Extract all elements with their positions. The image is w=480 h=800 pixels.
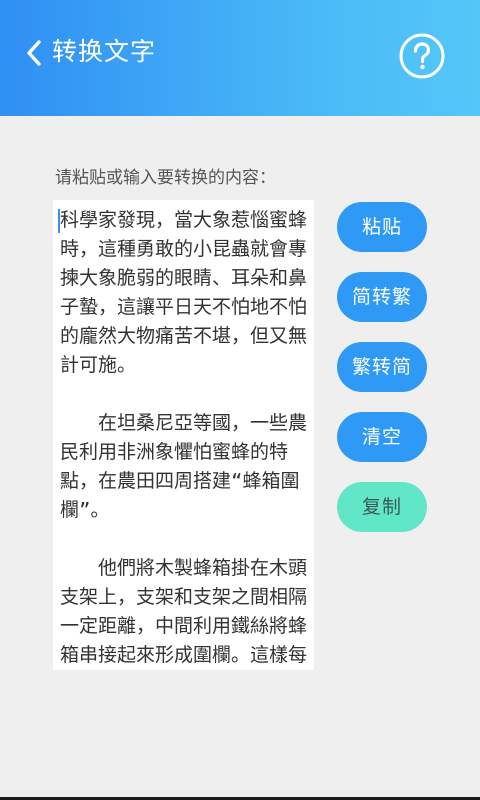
help-button[interactable] <box>398 32 446 80</box>
clear-button[interactable]: 清空 <box>337 412 427 462</box>
input-hint-label: 请粘贴或输入要转换的内容： <box>55 168 276 188</box>
question-circle-icon <box>399 33 445 79</box>
text-input-content[interactable]: 科學家發現，當大象惹惱蜜蜂時，這種勇敢的小昆蟲就會專揀大象脆弱的眼睛、耳朵和鼻子… <box>60 206 310 670</box>
page-title: 转换文字 <box>52 37 157 66</box>
chevron-left-icon <box>27 40 41 66</box>
to-traditional-button[interactable]: 简转繁 <box>337 272 427 322</box>
back-button[interactable] <box>22 36 48 70</box>
copy-button[interactable]: 复制 <box>337 482 427 532</box>
app-header: 转换文字 <box>0 0 480 116</box>
text-input-area[interactable]: 科學家發現，當大象惹惱蜜蜂時，這種勇敢的小昆蟲就會專揀大象脆弱的眼睛、耳朵和鼻子… <box>53 200 314 670</box>
paste-button[interactable]: 粘贴 <box>337 202 427 252</box>
to-simplified-button[interactable]: 繁转简 <box>337 342 427 392</box>
